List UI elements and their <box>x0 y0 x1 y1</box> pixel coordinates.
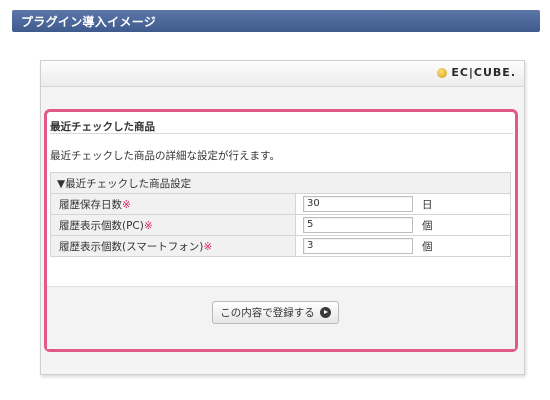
submit-button-label: この内容で登録する <box>220 307 315 319</box>
settings-table: ▼最近チェックした商品設定 履歴保存日数※ 30 日 履歴表示個数(PC)※ 5個… <box>50 172 511 257</box>
title-divider <box>50 133 513 134</box>
row-label: 履歴表示個数(PC)※ <box>50 214 296 236</box>
required-mark: ※ <box>122 198 131 211</box>
ec-cube-logo: EC|CUBE. <box>437 66 516 79</box>
history-days-input[interactable]: 30 <box>303 196 413 212</box>
history-days-label: 履歴保存日数 <box>59 198 122 211</box>
unit-label: 個 <box>422 219 433 232</box>
required-mark: ※ <box>203 240 213 253</box>
banner-title: プラグイン導入イメージ <box>21 15 157 29</box>
logo-text: EC|CUBE. <box>451 66 516 79</box>
row-value: 3個 <box>295 235 511 257</box>
page-banner: プラグイン導入イメージ <box>12 10 540 32</box>
required-mark: ※ <box>143 219 153 232</box>
row-value: 5個 <box>295 214 511 236</box>
table-row: 履歴表示個数(PC)※ 5個 <box>50 214 511 236</box>
row-label: 履歴表示個数(スマートフォン)※ <box>50 235 296 257</box>
settings-section-header: ▼最近チェックした商品設定 <box>50 172 511 194</box>
pc-count-label: 履歴表示個数(PC) <box>59 219 144 232</box>
plugin-title: 最近チェックした商品 <box>50 121 155 133</box>
logo-mark-icon <box>437 67 448 78</box>
plugin-description: 最近チェックした商品の詳細な設定が行えます。 <box>50 150 280 162</box>
unit-label: 個 <box>422 240 433 253</box>
table-row: 履歴表示個数(スマートフォン)※ 3個 <box>50 235 511 257</box>
window-header: EC|CUBE. <box>41 61 524 87</box>
smartphone-count-label: 履歴表示個数(スマートフォン) <box>59 240 204 253</box>
submit-button[interactable]: この内容で登録する <box>212 301 339 324</box>
unit-label: 日 <box>422 198 433 211</box>
pc-count-input[interactable]: 5 <box>303 217 413 233</box>
arrow-right-circle-icon <box>319 307 331 318</box>
row-label: 履歴保存日数※ <box>50 193 296 215</box>
table-row: 履歴保存日数※ 30 日 <box>50 193 511 215</box>
smartphone-count-input[interactable]: 3 <box>303 238 413 254</box>
row-value: 30 日 <box>295 193 511 215</box>
